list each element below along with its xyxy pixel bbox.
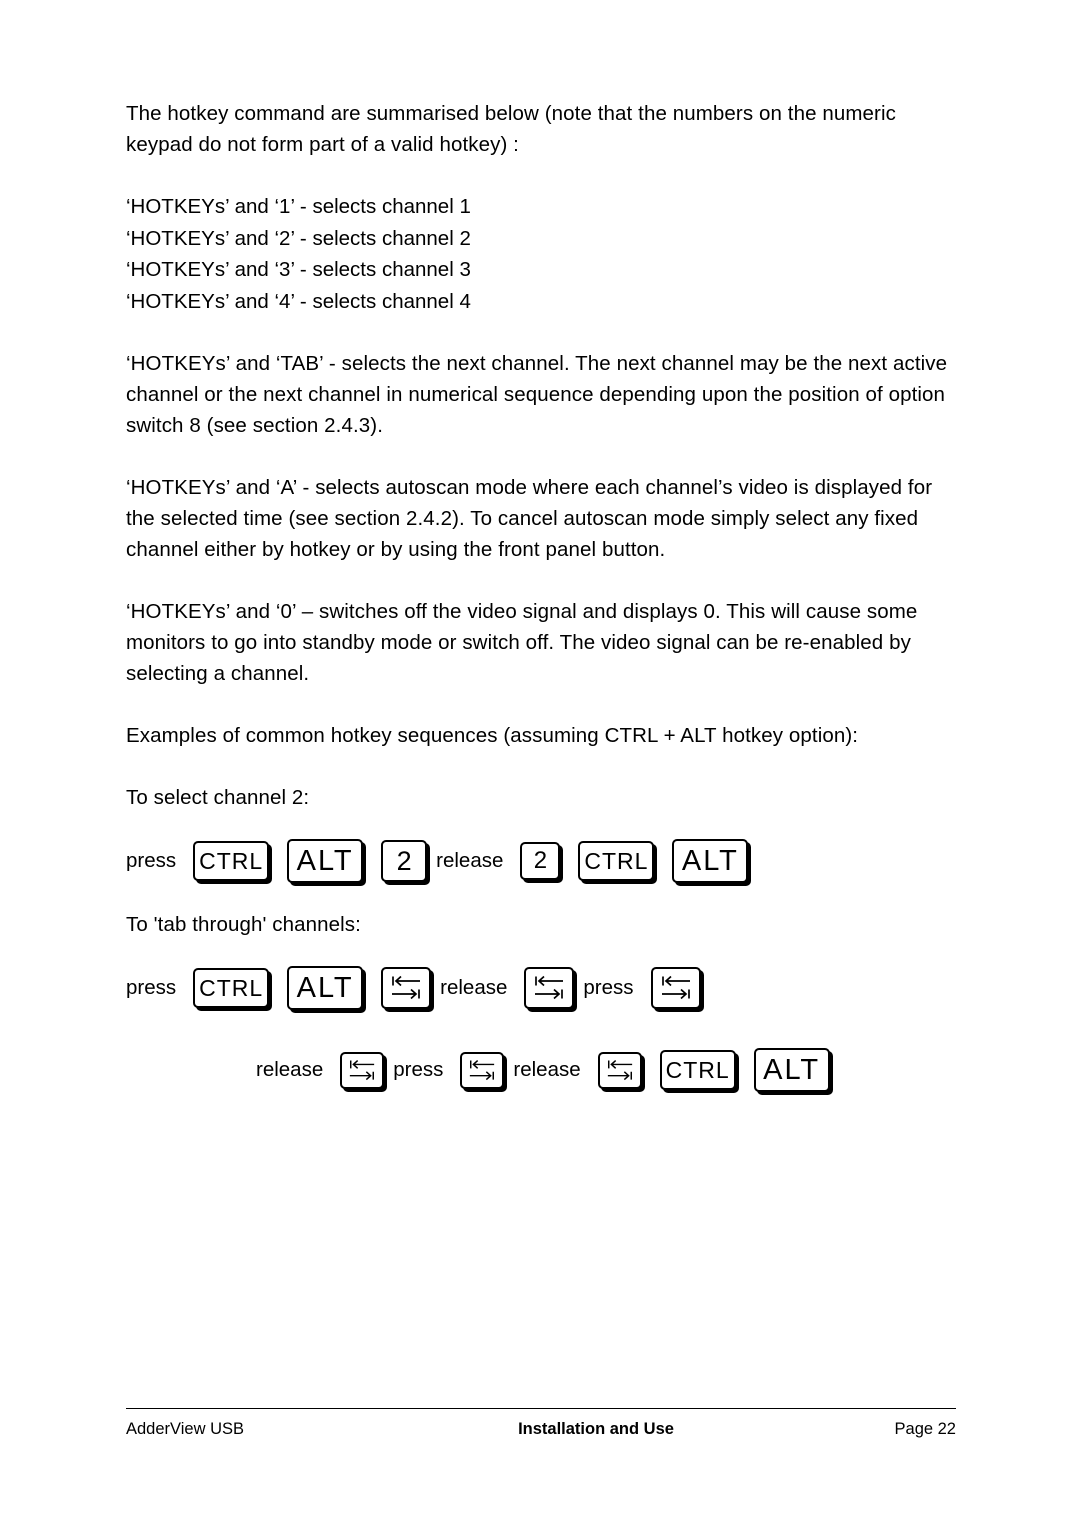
tab-key: [381, 967, 432, 1009]
ctrl-key: CTRL: [659, 1050, 736, 1090]
ctrl-key: CTRL: [193, 968, 270, 1008]
footer-section-name: Installation and Use: [518, 1420, 674, 1438]
tab-key: [340, 1051, 385, 1089]
tab-key-wrapper: [642, 967, 710, 1009]
number-2-key-wrapper: 2: [511, 842, 569, 880]
tab-key-wrapper: [451, 1051, 513, 1089]
examples-paragraph: Examples of common hotkey sequences (ass…: [126, 724, 859, 747]
sequence-action-label: press: [126, 976, 177, 999]
number-2-key: 2: [520, 842, 561, 880]
tab-key: [650, 967, 701, 1009]
page-footer: AdderView USB Installation and Use Page …: [126, 1420, 956, 1439]
tab-key-wrapper: [331, 1051, 393, 1089]
list-item: ‘HOTKEYs’ and ‘2’ - selects channel 2: [126, 226, 471, 250]
alt-key: ALT: [753, 1048, 830, 1092]
sequence-action-label: release: [436, 849, 504, 872]
alt-key: ALT: [672, 839, 749, 883]
list-item: ‘HOTKEYs’ and ‘4’ - selects channel 4: [126, 289, 471, 313]
ctrl-key-wrapper: CTRL: [184, 841, 278, 881]
sequence-action-label: press: [583, 976, 634, 999]
zero-paragraph: ‘HOTKEYs’ and ‘0’ – switches off the vid…: [126, 600, 918, 685]
sequence-action-label: release: [513, 1058, 581, 1081]
tab-key-wrapper: [515, 967, 583, 1009]
intro-paragraph: The hotkey command are summarised below …: [126, 102, 896, 156]
tab-key: [524, 967, 575, 1009]
document-page: The hotkey command are summarised below …: [0, 0, 1080, 1528]
alt-key-wrapper: ALT: [745, 1048, 839, 1092]
ctrl-key-wrapper: CTRL: [569, 841, 663, 881]
alt-key-wrapper: ALT: [663, 839, 757, 883]
hotkey-list: ‘HOTKEYs’ and ‘1’ - selects channel 1 ‘H…: [126, 191, 956, 317]
tab-key: [597, 1051, 642, 1089]
page-content: The hotkey command are summarised below …: [126, 98, 956, 1092]
footer-product-name: AdderView USB: [126, 1420, 245, 1438]
number-2-key: 2: [381, 840, 428, 882]
list-item: ‘HOTKEYs’ and ‘1’ - selects channel 1: [126, 195, 471, 218]
list-item: ‘HOTKEYs’ and ‘3’ - selects channel 3: [126, 258, 471, 281]
sequence-action-label: press: [126, 849, 177, 872]
alt-key-wrapper: ALT: [278, 839, 372, 883]
ctrl-key-wrapper: CTRL: [651, 1050, 745, 1090]
footer-page-number: Page 22: [894, 1420, 956, 1438]
tab-key: [460, 1051, 505, 1089]
sequence-action-label: release: [256, 1058, 324, 1081]
ctrl-key-wrapper: CTRL: [184, 968, 278, 1008]
alt-key-wrapper: ALT: [278, 966, 372, 1010]
sequence-action-label: release: [440, 976, 508, 999]
autoscan-paragraph: ‘HOTKEYs’ and ‘A’ - selects autoscan mod…: [126, 476, 933, 561]
number-2-key-wrapper: 2: [372, 840, 436, 882]
sequence-tab-line-1: press CTRL ALT release press: [126, 966, 956, 1010]
tab-key-wrapper: [589, 1051, 651, 1089]
tab-paragraph: ‘HOTKEYs’ and ‘TAB’ - selects the next c…: [126, 352, 948, 437]
tab-key-wrapper: [372, 967, 440, 1009]
ctrl-key: CTRL: [193, 841, 270, 881]
tab-through-heading: To 'tab through' channels:: [126, 913, 361, 936]
alt-key: ALT: [287, 966, 364, 1010]
ctrl-key: CTRL: [578, 841, 655, 881]
alt-key: ALT: [287, 839, 364, 883]
sequence-action-label: press: [393, 1058, 444, 1081]
sequence-select-channel: press CTRL ALT 2 release 2 CTRL ALT: [126, 839, 956, 883]
sequence-tab-line-2: release press release CTRL ALT: [126, 1048, 956, 1092]
footer-divider: [126, 1408, 956, 1409]
select-channel-heading: To select channel 2:: [126, 786, 310, 809]
